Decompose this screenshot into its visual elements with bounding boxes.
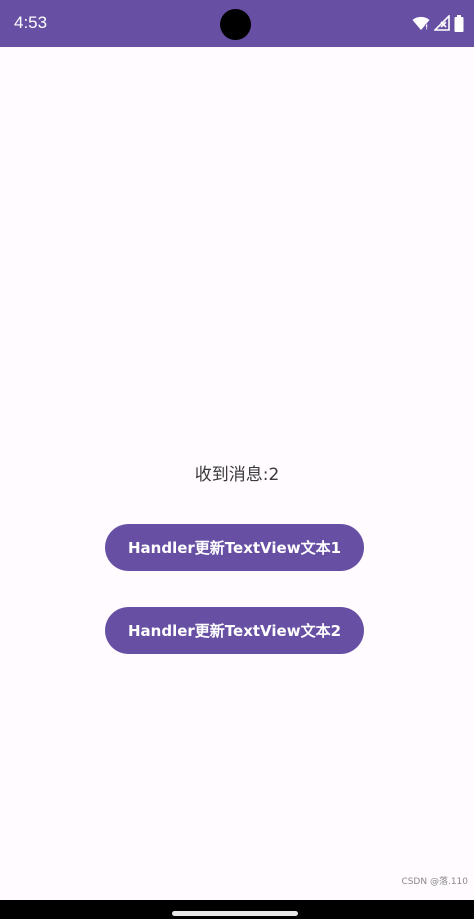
wifi-icon (412, 15, 430, 31)
watermark: CSDN @落.110 (401, 877, 468, 887)
update-text-button-2[interactable]: Handler更新TextView文本2 (105, 607, 364, 654)
navigation-bar (0, 900, 474, 919)
message-text: 收到消息:2 (194, 465, 280, 485)
status-icons (412, 13, 464, 33)
home-indicator[interactable] (172, 911, 298, 916)
update-text-button-2-label: Handler更新TextView文本2 (127, 622, 342, 640)
battery-icon (454, 14, 464, 32)
status-bar: 4:53 (0, 0, 474, 47)
signal-icon (434, 15, 450, 31)
camera-cutout (220, 9, 251, 40)
update-text-button-1-label: Handler更新TextView文本1 (127, 539, 342, 557)
main-content: 收到消息:2 Handler更新TextView文本1 Handler更新Tex… (0, 47, 474, 900)
status-time: 4:53 (14, 13, 48, 32)
update-text-button-1[interactable]: Handler更新TextView文本1 (105, 524, 364, 571)
